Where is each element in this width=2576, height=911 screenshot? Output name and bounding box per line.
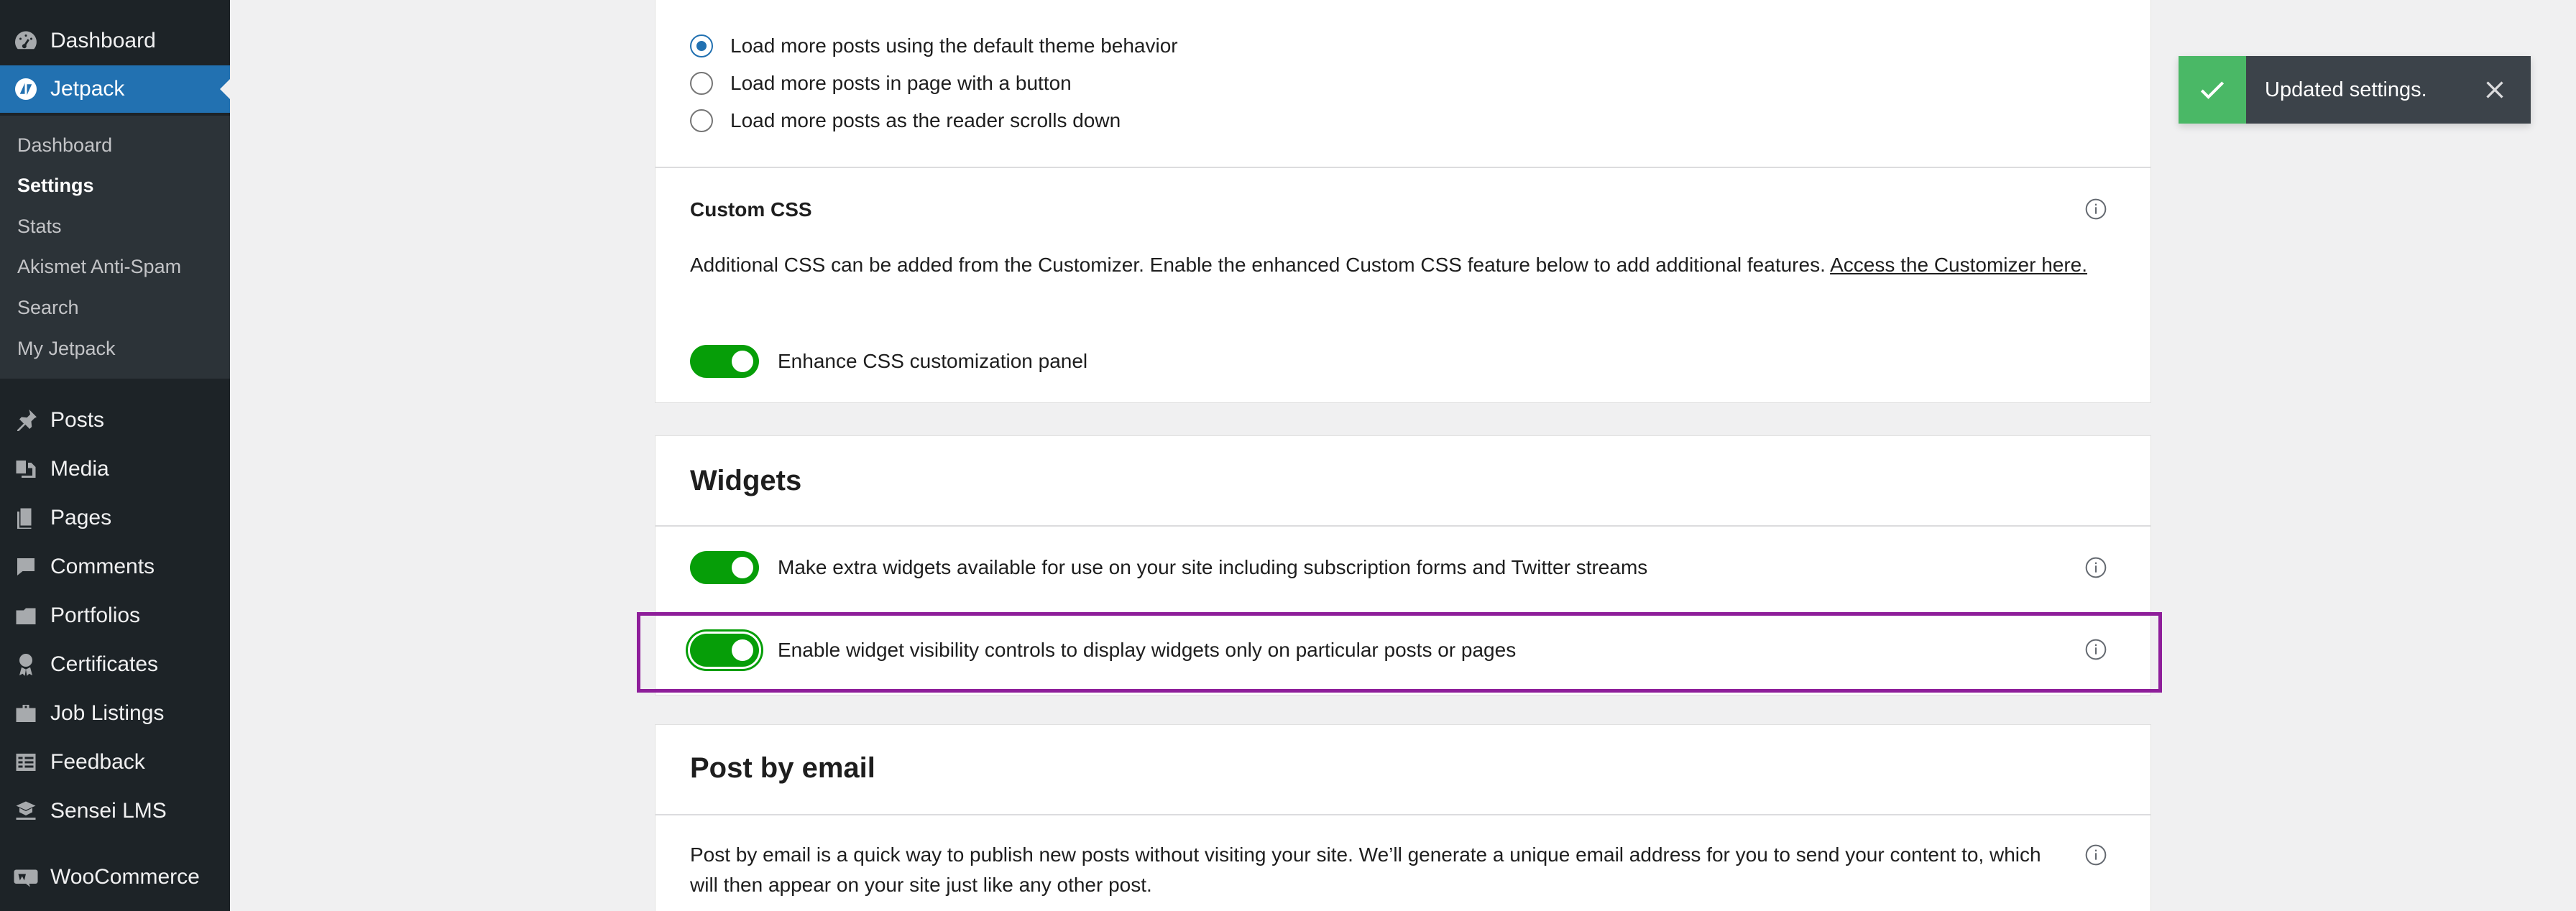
menu-item-posts[interactable]: Posts (0, 397, 230, 444)
admin-sidebar: Dashboard Jetpack Dashboard Settings Sta… (0, 0, 230, 911)
close-icon[interactable] (2478, 73, 2512, 107)
menu-label: Posts (50, 408, 105, 432)
enhance-css-toggle-row: Enhance CSS customization panel (690, 345, 1087, 378)
menu-label: Feedback (50, 750, 145, 774)
submenu-my-jetpack[interactable]: My Jetpack (17, 338, 116, 360)
active-indicator (220, 79, 230, 99)
description-text: Additional CSS can be added from the Cus… (690, 254, 1826, 276)
divider (656, 525, 2150, 527)
menu-item-media[interactable]: Media (0, 445, 230, 493)
menu-label: Job Listings (50, 701, 165, 725)
success-notice: Updated settings. (2179, 56, 2531, 124)
radio-label: Load more posts using the default theme … (730, 34, 1178, 57)
widget-visibility-toggle-row: Enable widget visibility controls to dis… (690, 634, 1516, 667)
widget-visibility-toggle[interactable] (690, 634, 759, 667)
jetpack-submenu: Dashboard Settings Stats Akismet Anti-Sp… (0, 116, 230, 379)
menu-label: WooCommerce (50, 865, 200, 889)
checkmark-icon (2179, 56, 2246, 124)
divider (656, 167, 2150, 168)
custom-css-heading: Custom CSS (690, 198, 812, 221)
toggle-label: Make extra widgets available for use on … (778, 556, 1648, 578)
sensei-icon (13, 798, 39, 824)
pages-icon (13, 505, 39, 531)
custom-css-description: Additional CSS can be added from the Cus… (690, 250, 2099, 280)
jetpack-icon (13, 76, 39, 102)
toggle-label: Enhance CSS customization panel (778, 350, 1088, 372)
enhance-css-toggle[interactable] (690, 345, 759, 378)
menu-item-comments[interactable]: Comments (0, 543, 230, 591)
menu-item-job-listings[interactable]: Job Listings (0, 690, 230, 737)
widgets-title: Widgets (690, 465, 802, 496)
extra-widgets-toggle-row: Make extra widgets available for use on … (690, 551, 1647, 584)
menu-item-pages[interactable]: Pages (0, 494, 230, 542)
info-icon[interactable] (2084, 638, 2107, 661)
submenu-settings[interactable]: Settings (17, 175, 94, 197)
briefcase-icon (13, 700, 39, 726)
post-by-email-title: Post by email (690, 752, 875, 784)
radio-button[interactable] (690, 34, 713, 57)
menu-item-sensei-lms[interactable]: Sensei LMS (0, 787, 230, 835)
menu-label: Dashboard (50, 29, 156, 52)
menu-item-portfolios[interactable]: Portfolios (0, 592, 230, 639)
toggle-label: Enable widget visibility controls to dis… (778, 639, 1517, 661)
submenu-stats[interactable]: Stats (17, 216, 62, 238)
submenu-akismet[interactable]: Akismet Anti-Spam (17, 256, 181, 278)
media-icon (13, 456, 39, 482)
radio-button[interactable] (690, 109, 713, 132)
menu-label: Portfolios (50, 604, 141, 627)
widgets-card: Widgets Make extra widgets available for… (656, 436, 2150, 695)
access-customizer-link[interactable]: Access the Customizer here. (1830, 254, 2087, 276)
radio-button[interactable] (690, 72, 713, 95)
radio-label: Load more posts as the reader scrolls do… (730, 109, 1121, 131)
info-icon[interactable] (2084, 198, 2107, 221)
submenu-search[interactable]: Search (17, 297, 79, 319)
info-icon[interactable] (2084, 556, 2107, 579)
woocommerce-icon (13, 864, 39, 890)
menu-label: Comments (50, 555, 155, 578)
extra-widgets-toggle[interactable] (690, 551, 759, 584)
radio-load-with-button[interactable]: Load more posts in page with a button (690, 72, 1072, 95)
menu-item-feedback[interactable]: Feedback (0, 739, 230, 786)
post-by-email-card: Post by email Post by email is a quick w… (656, 725, 2150, 911)
menu-label: Media (50, 457, 109, 481)
post-by-email-description: Post by email is a quick way to publish … (690, 843, 2041, 896)
menu-item-dashboard[interactable]: Dashboard (0, 17, 230, 65)
feedback-icon (13, 749, 39, 775)
radio-default-theme-behavior[interactable]: Load more posts using the default theme … (690, 34, 1178, 57)
menu-item-certificates[interactable]: Certificates (0, 641, 230, 688)
radio-label: Load more posts in page with a button (730, 72, 1072, 94)
menu-item-woocommerce[interactable]: WooCommerce (0, 854, 230, 901)
menu-label: Certificates (50, 652, 159, 676)
divider (656, 814, 2150, 815)
radio-load-on-scroll[interactable]: Load more posts as the reader scrolls do… (690, 109, 1121, 132)
menu-label: Jetpack (50, 77, 125, 101)
certificate-icon (13, 652, 39, 678)
menu-item-jetpack[interactable]: Jetpack (0, 65, 230, 113)
theme-enhancements-card: Load more posts using the default theme … (656, 0, 2150, 402)
submenu-dashboard[interactable]: Dashboard (17, 134, 112, 157)
dashboard-icon (13, 28, 39, 54)
portfolio-icon (13, 603, 39, 629)
notice-message: Updated settings. (2265, 78, 2427, 101)
menu-label: Sensei LMS (50, 799, 167, 823)
menu-label: Pages (50, 506, 112, 530)
info-icon[interactable] (2084, 843, 2107, 866)
pin-icon (13, 407, 39, 433)
comments-icon (13, 554, 39, 580)
